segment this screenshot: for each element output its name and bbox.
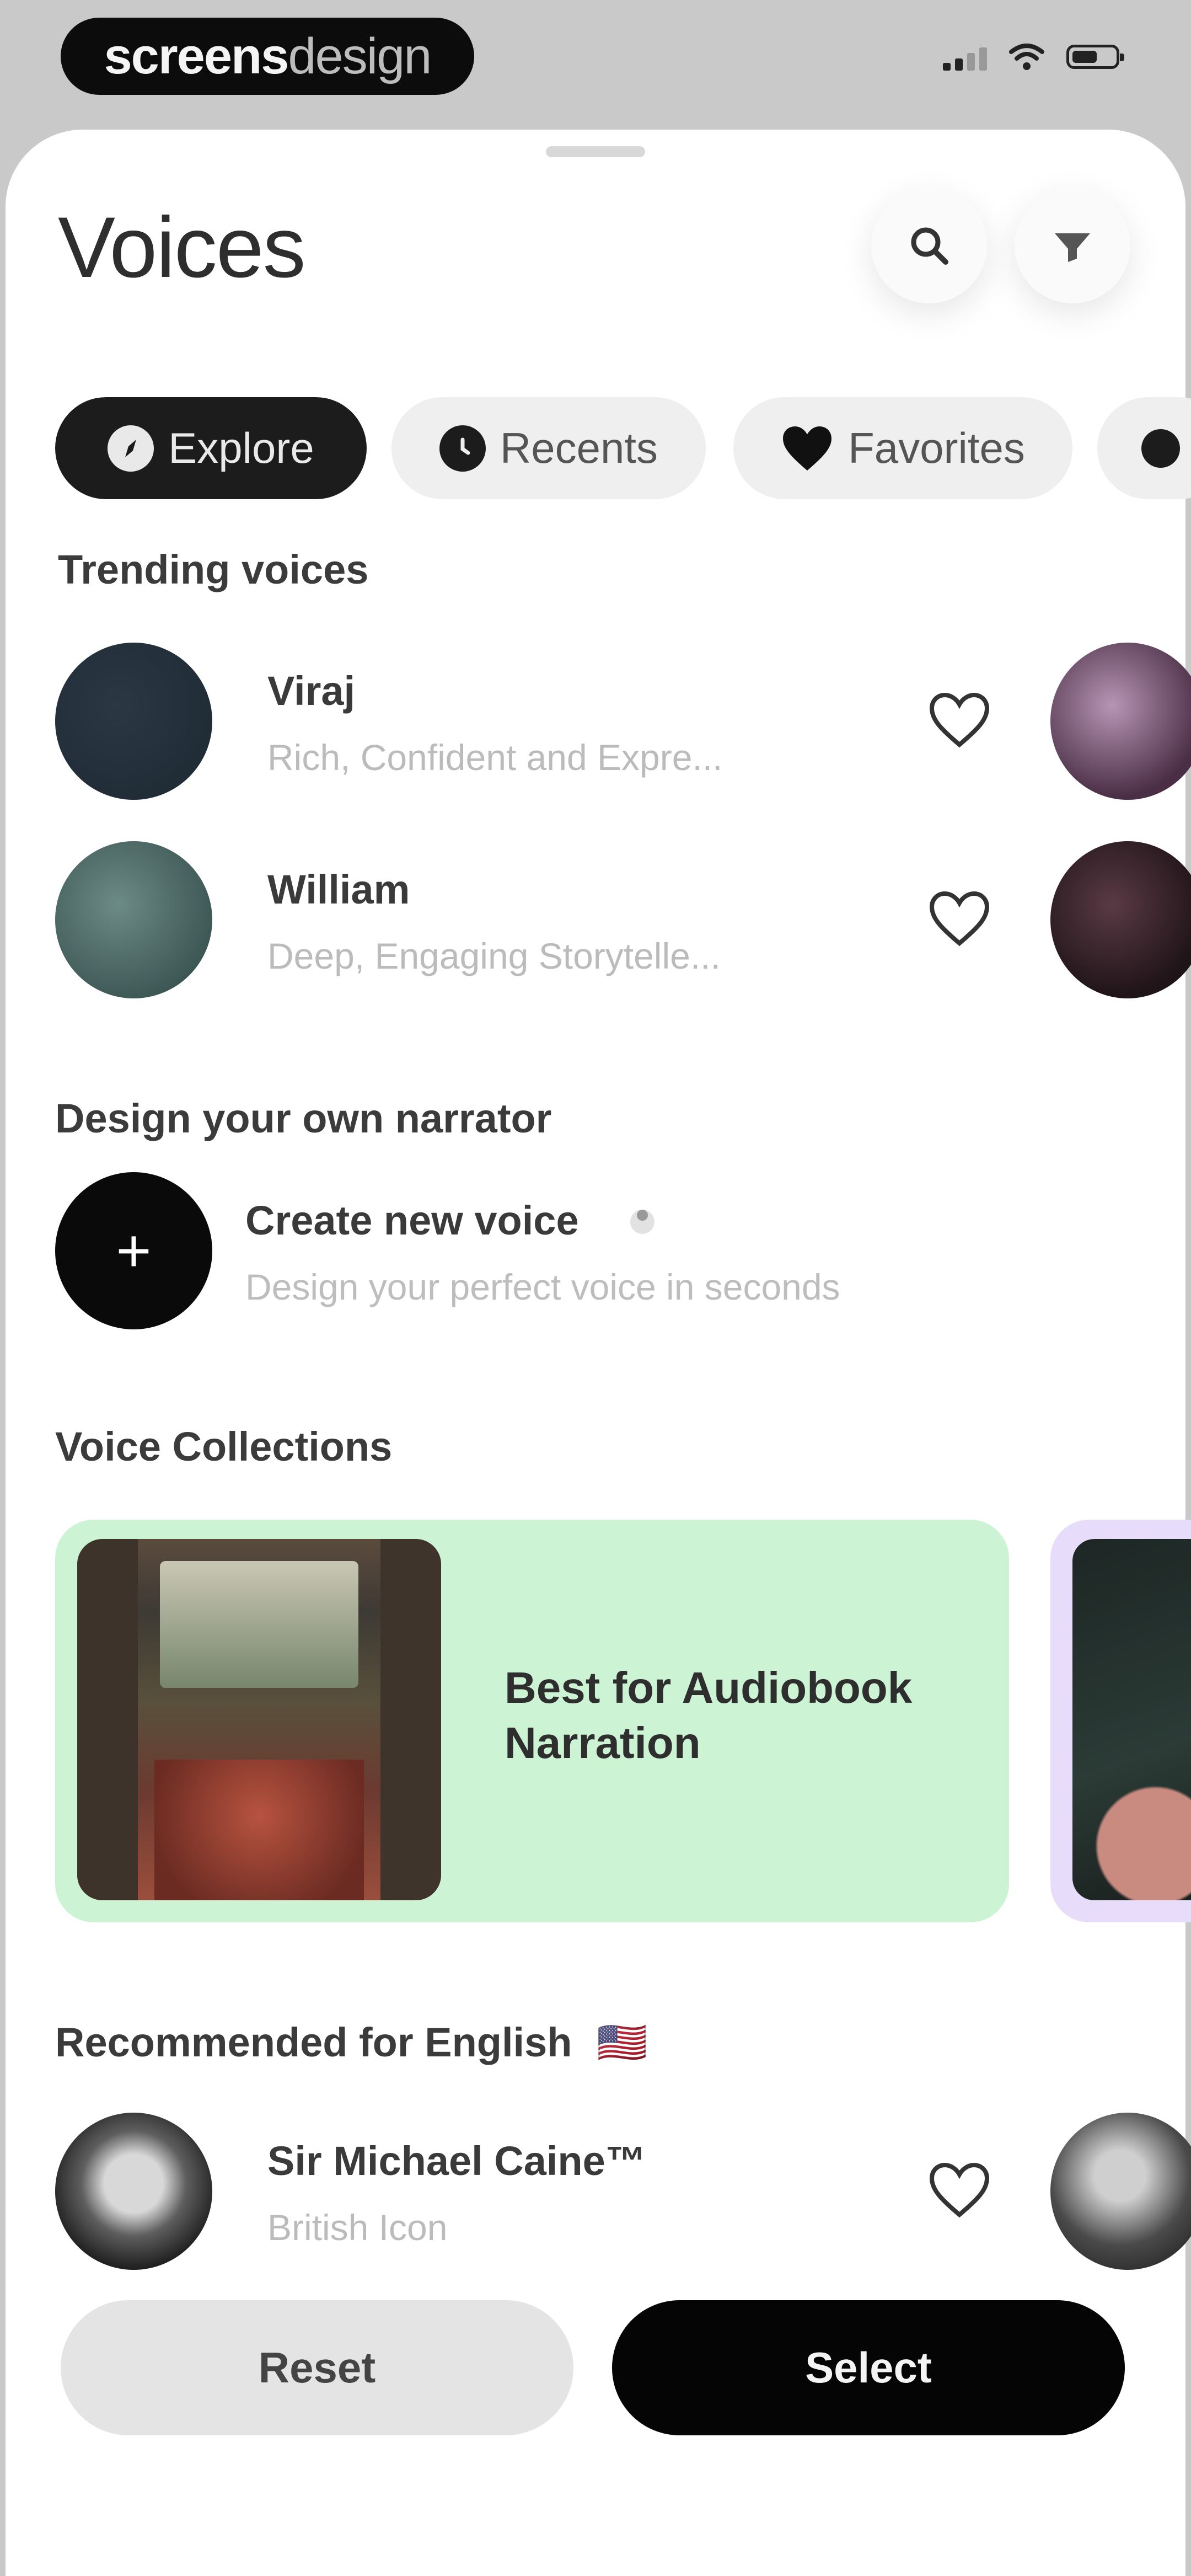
collections-heading: Voice Collections — [55, 1424, 393, 1469]
wifi-icon — [1009, 44, 1044, 70]
tab-explore-label: Explore — [168, 424, 314, 472]
voice-name: Sir Michael Caine™ — [267, 2138, 646, 2184]
tab-more[interactable] — [1097, 397, 1191, 499]
tab-favorites-label: Favorites — [848, 424, 1025, 472]
favorite-heart-icon[interactable] — [926, 687, 993, 753]
avatar-william — [55, 841, 212, 998]
palette-icon — [1141, 429, 1180, 468]
library-collection-image — [77, 1539, 441, 1900]
brand-light: design — [288, 28, 432, 84]
battery-icon — [1066, 45, 1124, 69]
favorite-heart-icon[interactable] — [926, 885, 993, 952]
voice-description: British Icon — [267, 2207, 448, 2248]
brand-bold: screens — [104, 28, 289, 84]
voice-description: Deep, Engaging Storytelle... — [267, 936, 721, 976]
create-voice-button[interactable]: + — [55, 1172, 212, 1329]
tab-explore[interactable]: Explore — [55, 397, 367, 499]
screensdesign-logo: screens design — [61, 18, 474, 95]
trending-heading: Trending voices — [58, 547, 369, 592]
filter-button[interactable] — [1015, 188, 1130, 303]
tab-recents-label: Recents — [500, 424, 658, 472]
search-icon — [911, 227, 948, 265]
create-voice-subtitle: Design your perfect voice in seconds — [245, 1266, 840, 1307]
design-heading: Design your own narrator — [55, 1095, 552, 1141]
compass-icon — [108, 425, 154, 472]
voice-name: William — [267, 867, 410, 912]
heart-filled-icon — [783, 426, 832, 471]
sheet-grabber[interactable] — [546, 146, 645, 157]
create-voice-title[interactable]: Create new voice — [245, 1197, 579, 1244]
page-title: Voices — [58, 200, 306, 296]
reset-button[interactable]: Reset — [61, 2300, 573, 2435]
filter-icon — [1055, 233, 1090, 262]
voice-name: Viraj — [267, 668, 356, 714]
tab-recents[interactable]: Recents — [391, 397, 706, 499]
favorite-heart-icon[interactable] — [926, 2157, 993, 2223]
collection-next-image — [1072, 1539, 1191, 1900]
us-flag-icon: 🇺🇸 — [597, 2019, 648, 2065]
collection-title: Best for Audiobook Narration — [505, 1663, 913, 1767]
recommended-heading: Recommended for English 🇺🇸 — [55, 2019, 647, 2067]
tab-favorites[interactable]: Favorites — [733, 397, 1072, 499]
recommended-heading-text: Recommended for English — [55, 2019, 572, 2065]
avatar-viraj — [55, 643, 212, 800]
sparkle-icon — [630, 1210, 654, 1234]
status-icons — [943, 43, 1124, 71]
search-button[interactable] — [871, 188, 987, 303]
cellular-signal-icon — [943, 43, 987, 71]
plus-icon: + — [116, 1217, 152, 1285]
select-button[interactable]: Select — [612, 2300, 1125, 2435]
voice-description: Rich, Confident and Expre... — [267, 737, 723, 778]
clock-icon — [439, 425, 486, 472]
avatar-michael-caine — [55, 2113, 212, 2270]
